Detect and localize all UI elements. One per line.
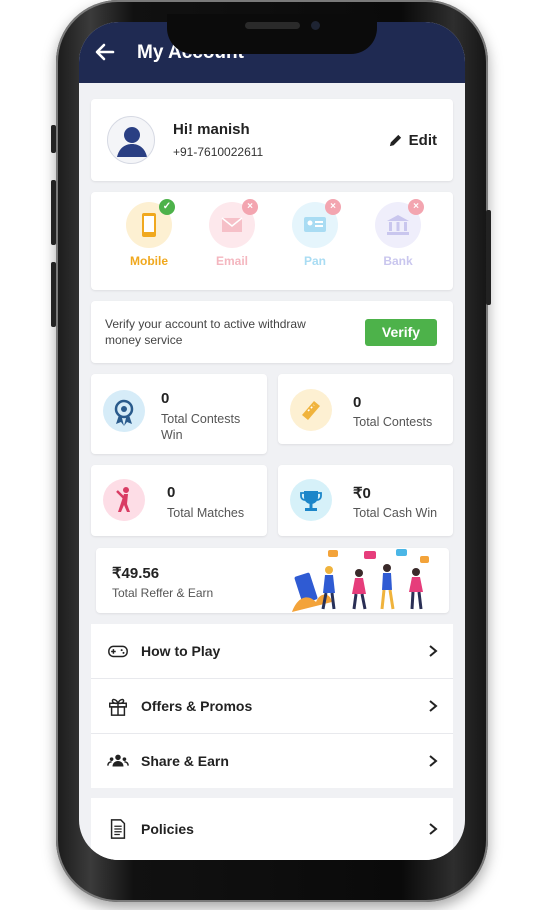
phone-volume-down	[51, 262, 56, 327]
stat-label: Total Contests	[353, 415, 433, 429]
phone-notch	[167, 14, 377, 54]
stat-label: Total Cash Win	[353, 506, 438, 520]
verify-prompt-card: Verify your account to active withdraw m…	[91, 301, 453, 363]
verify-pan-label: Pan	[303, 254, 326, 268]
mobile-icon: ✓	[126, 199, 175, 248]
stat-card-contests: 0 Total Contests	[278, 374, 453, 444]
stat-card-matches: 0 Total Matches	[91, 465, 267, 536]
cross-badge-icon: ×	[242, 199, 258, 215]
refer-earn-card[interactable]: ₹49.56 Total Reffer & Earn	[96, 548, 449, 613]
verify-bank[interactable]: × Bank	[368, 199, 428, 268]
refer-illustration-icon	[292, 549, 429, 612]
user-avatar-icon	[117, 127, 147, 157]
stat-value: 0	[161, 390, 170, 407]
phone-speaker	[245, 22, 300, 29]
stat-label: Total Contests Win	[161, 412, 241, 442]
phone-power-button	[486, 210, 491, 305]
trophy-icon	[290, 479, 332, 521]
stat-value: 0	[167, 484, 176, 501]
gift-icon	[109, 698, 127, 716]
policies-menu: Policies	[91, 798, 453, 860]
verify-mobile[interactable]: ✓ Mobile	[119, 199, 179, 268]
verify-pan[interactable]: × Pan	[285, 199, 345, 268]
check-badge-icon: ✓	[159, 199, 175, 215]
stat-card-cash-win: ₹0 Total Cash Win	[278, 465, 453, 536]
chevron-right-icon	[429, 700, 438, 712]
chevron-right-icon	[429, 755, 438, 767]
menu-item-label: Offers & Promos	[141, 698, 253, 714]
back-arrow-icon[interactable]	[93, 40, 117, 64]
chevron-right-icon	[429, 823, 438, 835]
ticket-icon	[290, 389, 332, 431]
bank-icon: ×	[375, 199, 424, 248]
verification-card: ✓ Mobile × Email × Pan × Bank	[91, 192, 453, 290]
pencil-icon	[389, 134, 401, 147]
menu-item-how-to-play[interactable]: How to Play	[91, 624, 453, 679]
app-screen: My Account Hi! manish +91-7610022611 Edi…	[79, 22, 465, 860]
stat-card-contests-win: 0 Total Contests Win	[91, 374, 267, 454]
verify-mobile-label: Mobile	[130, 254, 168, 268]
phone-volume-up	[51, 180, 56, 245]
document-icon	[110, 819, 126, 839]
menu-item-label: How to Play	[141, 643, 221, 659]
edit-label: Edit	[408, 132, 437, 149]
menu-item-offers-promos[interactable]: Offers & Promos	[91, 679, 453, 734]
stat-value: ₹0	[353, 485, 371, 502]
user-phone: +91-7610022611	[173, 145, 264, 159]
chevron-right-icon	[429, 645, 438, 657]
verify-email-label: Email	[215, 254, 248, 268]
verify-bank-label: Bank	[383, 254, 413, 268]
refer-amount: ₹49.56	[112, 565, 160, 582]
menu-list: How to Play Offers & Promos Share & Earn	[91, 624, 453, 788]
refer-label: Total Reffer & Earn	[112, 586, 214, 600]
profile-card: Hi! manish +91-7610022611 Edit	[91, 99, 453, 181]
edit-profile-button[interactable]: Edit	[388, 132, 437, 149]
menu-item-policies[interactable]: Policies	[91, 798, 453, 860]
cricket-player-icon	[103, 479, 145, 521]
gamepad-icon	[108, 645, 128, 658]
users-icon	[107, 754, 129, 767]
stat-label: Total Matches	[167, 506, 245, 520]
phone-silent-switch	[51, 125, 56, 153]
pan-card-icon: ×	[292, 199, 341, 248]
avatar[interactable]	[107, 116, 155, 164]
verify-button[interactable]: Verify	[365, 319, 437, 346]
phone-camera	[311, 21, 320, 30]
user-greeting: Hi! manish	[173, 121, 250, 138]
email-icon: ×	[209, 199, 258, 248]
medal-icon	[103, 390, 145, 432]
cross-badge-icon: ×	[325, 199, 341, 215]
stat-value: 0	[353, 394, 362, 411]
cross-badge-icon: ×	[408, 199, 424, 215]
verify-message: Verify your account to active withdraw m…	[105, 317, 306, 347]
verify-email[interactable]: × Email	[202, 199, 262, 268]
menu-item-label: Share & Earn	[141, 753, 229, 769]
menu-item-share-earn[interactable]: Share & Earn	[91, 734, 453, 789]
menu-item-label: Policies	[141, 821, 194, 837]
